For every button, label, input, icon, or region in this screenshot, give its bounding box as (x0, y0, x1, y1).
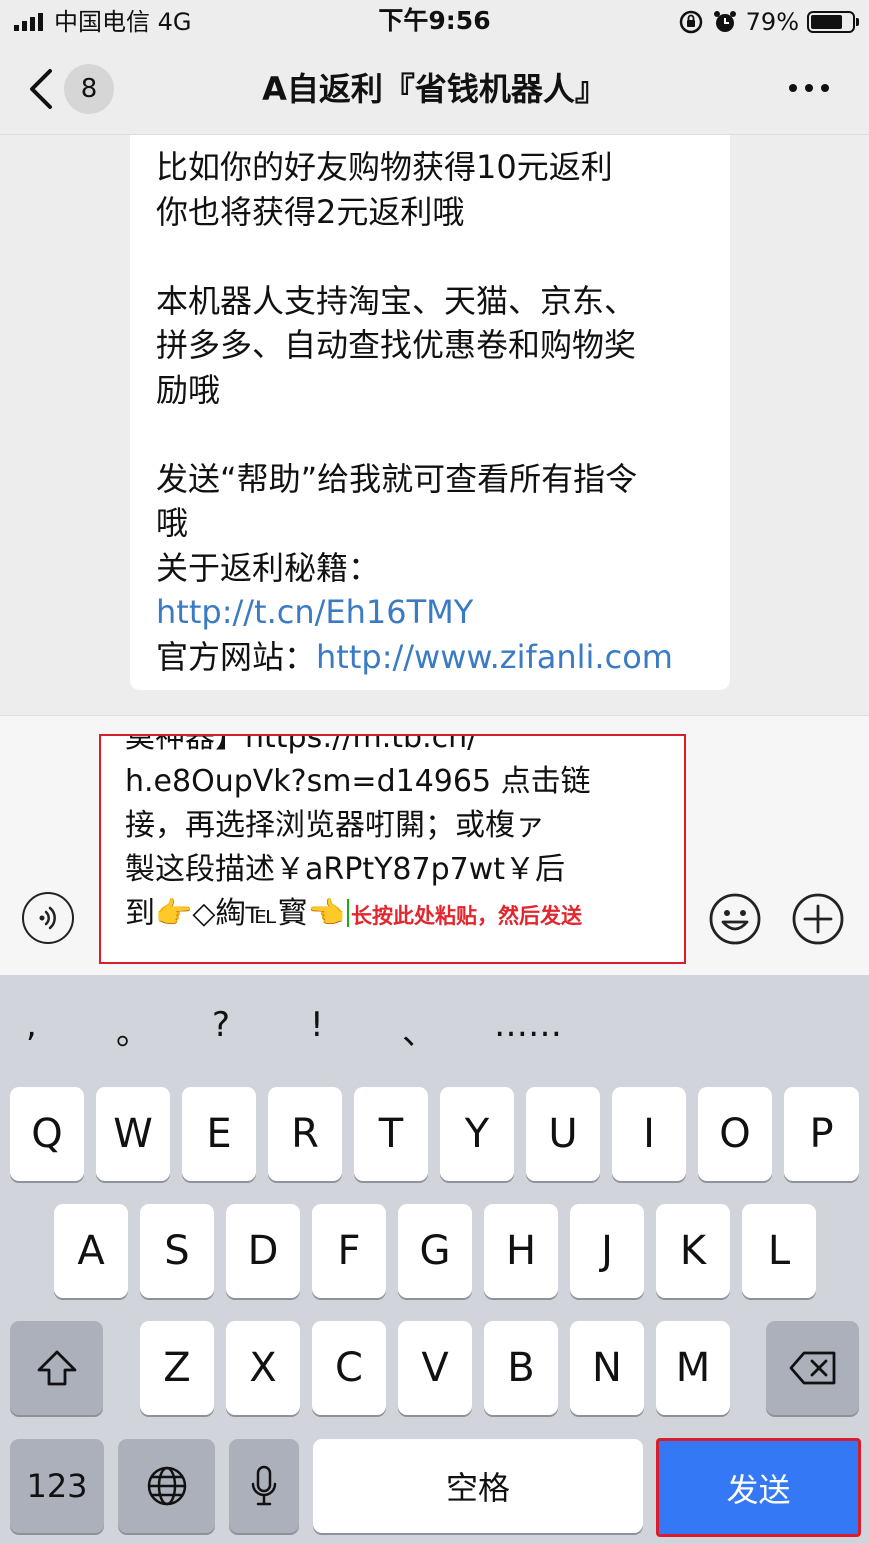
message-line (156, 412, 706, 457)
key-q[interactable]: Q (10, 1087, 84, 1181)
punct-key[interactable]: ? (212, 1005, 230, 1045)
key-g[interactable]: G (398, 1204, 472, 1298)
message-line: 励哦 (156, 370, 221, 409)
punct-key[interactable]: 。 (116, 1005, 150, 1054)
key-s[interactable]: S (140, 1204, 214, 1298)
back-button[interactable]: 8 (24, 62, 124, 116)
message-bubble[interactable]: 比如你的好友购物获得10元返利 你也将获得2元返利哦 本机器人支持淘宝、天猫、京… (130, 135, 730, 690)
voice-icon (39, 906, 56, 930)
battery-fill (811, 15, 842, 29)
message-input[interactable]: 莫神器】https://m.tb.cn/ h.e8OupVk?sm=d14965… (99, 734, 686, 964)
message-line: 哦 (156, 504, 189, 542)
key-t[interactable]: T (354, 1087, 428, 1181)
message-line: 比如你的好友购物获得10元返利 (156, 148, 613, 186)
shift-icon (37, 1350, 76, 1386)
send-key[interactable]: 发送 (656, 1438, 861, 1537)
more-icon[interactable] (789, 78, 839, 98)
message-list[interactable]: 比如你的好友购物获得10元返利 你也将获得2元返利哦 本机器人支持淘宝、天猫、京… (0, 135, 869, 715)
key-b[interactable]: B (484, 1321, 558, 1415)
numbers-key[interactable]: 123 (10, 1439, 104, 1533)
punct-key[interactable]: …… (494, 1005, 562, 1045)
key-p[interactable]: P (784, 1087, 859, 1181)
key-v[interactable]: V (398, 1321, 472, 1415)
microphone-key[interactable] (229, 1439, 299, 1533)
chat-header: 8 A自返利『省钱机器人』 (0, 44, 869, 135)
message-line: 本机器人支持淘宝、天猫、京东、 (156, 281, 637, 320)
key-i[interactable]: I (612, 1087, 686, 1181)
globe-key[interactable] (118, 1439, 215, 1533)
punct-key[interactable]: 、 (402, 1005, 436, 1054)
delete-key[interactable] (766, 1321, 859, 1415)
key-y[interactable]: Y (440, 1087, 514, 1181)
space-key[interactable]: 空格 (313, 1439, 643, 1533)
key-j[interactable]: J (570, 1204, 644, 1298)
key-k[interactable]: K (656, 1204, 730, 1298)
voice-button[interactable] (22, 892, 74, 944)
emoji-icon[interactable] (708, 892, 762, 946)
status-bar: 中国电信 4G 下午9:56 79% (0, 0, 869, 44)
input-line: h.e8OupVk?sm=d14965 点击链 (125, 764, 591, 799)
message-line: 拼多多、自动查找优惠卷和购物奖 (156, 326, 637, 364)
key-c[interactable]: C (312, 1321, 386, 1415)
secret-link[interactable]: http://t.cn/Eh16TMY (156, 590, 706, 635)
message-line (156, 234, 706, 279)
key-z[interactable]: Z (140, 1321, 214, 1415)
text-caret (347, 899, 350, 927)
keyboard: , 。 ? ! 、 …… Q W E R T Y U I O P A S D F… (0, 975, 869, 1544)
battery-icon (807, 11, 859, 33)
input-line: 到👉◇綯℡寳👈 长按此处粘贴，然后发送 (125, 892, 678, 938)
key-u[interactable]: U (526, 1087, 600, 1181)
key-e[interactable]: E (182, 1087, 256, 1181)
input-last-text: 到👉◇綯℡寳👈 (125, 896, 346, 931)
battery-percent: 79% (745, 8, 799, 36)
punctuation-row: , 。 ? ! 、 …… (0, 975, 869, 1075)
alarm-icon (713, 11, 736, 32)
message-line: 关于返利秘籍： (156, 548, 381, 587)
key-m[interactable]: M (656, 1321, 730, 1415)
input-line: 製这段描述￥aRPtY87p7wt￥后 (125, 852, 566, 887)
key-n[interactable]: N (570, 1321, 644, 1415)
rotation-lock-icon (679, 10, 702, 34)
microphone-icon (251, 1465, 277, 1506)
globe-icon (147, 1466, 186, 1506)
status-right: 79% (678, 6, 859, 38)
key-o[interactable]: O (698, 1087, 772, 1181)
website-link[interactable]: http://www.zifanli.com (316, 638, 673, 676)
website-line: 官方网站：http://www.zifanli.com (156, 635, 706, 680)
paste-hint: 长按此处粘贴，然后发送 (351, 904, 583, 928)
punct-key[interactable]: , (26, 1005, 37, 1045)
key-x[interactable]: X (226, 1321, 300, 1415)
key-l[interactable]: L (742, 1204, 816, 1298)
message-line: 你也将获得2元返利哦 (156, 192, 465, 231)
key-h[interactable]: H (484, 1204, 558, 1298)
unread-badge: 8 (64, 64, 114, 114)
website-label: 官方网站： (156, 637, 317, 676)
input-line: 接，再选择浏览器咑閞；或椱ァ (125, 808, 545, 843)
key-a[interactable]: A (54, 1204, 128, 1298)
key-d[interactable]: D (226, 1204, 300, 1298)
key-f[interactable]: F (312, 1204, 386, 1298)
shift-key[interactable] (10, 1321, 103, 1415)
punct-key[interactable]: ! (310, 1005, 324, 1045)
input-line: 莫神器】https://m.tb.cn/ (125, 734, 478, 755)
message-input-text: 莫神器】https://m.tb.cn/ h.e8OupVk?sm=d14965… (125, 734, 678, 938)
delete-icon (789, 1351, 835, 1385)
chevron-left-icon (30, 69, 52, 109)
input-bar: 莫神器】https://m.tb.cn/ h.e8OupVk?sm=d14965… (0, 715, 869, 976)
key-r[interactable]: R (268, 1087, 342, 1181)
key-w[interactable]: W (96, 1087, 170, 1181)
chat-title: A自返利『省钱机器人』 (262, 70, 607, 108)
plus-icon[interactable] (791, 892, 845, 946)
message-line: 发送“帮助”给我就可查看所有指令 (156, 459, 638, 498)
